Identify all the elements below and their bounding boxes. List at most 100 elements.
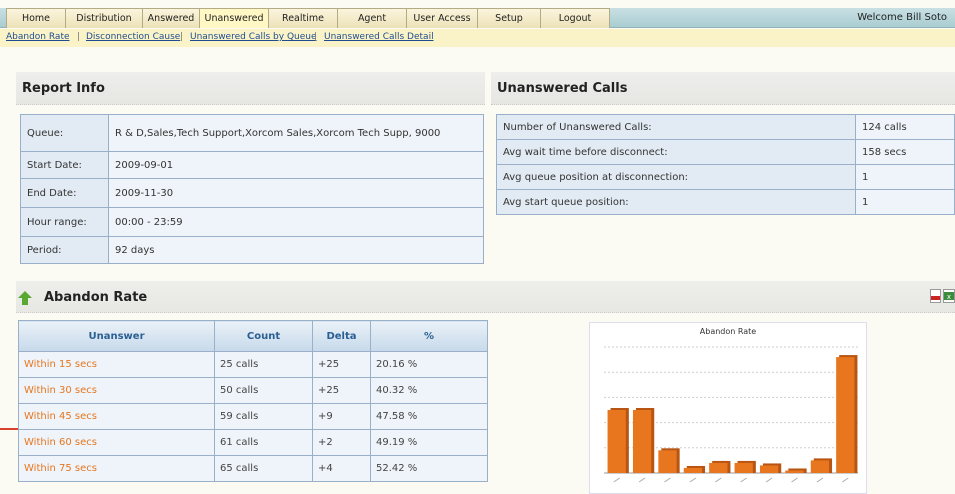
row-count: 65 calls — [214, 455, 313, 482]
info-key: Hour range: — [20, 207, 109, 237]
svg-text:x: x — [947, 293, 951, 301]
unanswered-calls-row: Avg wait time before disconnect: 158 secs — [496, 139, 955, 165]
report-info-table: Queue: R & D,Sales,Tech Support,Xorcom Sa… — [20, 114, 484, 264]
chart-bar — [632, 410, 652, 473]
tab-setup[interactable]: Setup — [477, 8, 541, 28]
info-value: R & D,Sales,Tech Support,Xorcom Sales,Xo… — [108, 114, 484, 152]
row-delta: +4 — [312, 455, 371, 482]
chart-bar — [810, 460, 830, 473]
x-tick-mark — [842, 477, 849, 483]
info-value: 2009-11-30 — [108, 178, 484, 208]
report-info-row: Start Date: 2009-09-01 — [20, 151, 484, 179]
row-delta: +25 — [312, 377, 371, 404]
row-delta: +25 — [312, 351, 371, 378]
info-value: 92 days — [108, 236, 484, 264]
info-key: Avg wait time before disconnect: — [496, 139, 856, 165]
abandon-rate-header: Abandon Rate x — [16, 281, 955, 313]
row-label: Within 45 secs — [18, 403, 215, 430]
chart-bar — [836, 357, 855, 473]
subnav-link-disconnection-cause[interactable]: Disconnection Cause — [86, 32, 180, 42]
x-tick-mark — [638, 477, 646, 483]
subnav-separator: | — [180, 32, 184, 42]
x-tick-mark — [664, 477, 671, 483]
top-nav: Home Distribution Answered Unanswered Realti… — [0, 8, 955, 28]
subnav-link-unanswered-detail[interactable]: Unanswered Calls Detail — [324, 32, 434, 42]
tab-user-access[interactable]: User Access — [406, 8, 478, 28]
x-tick-mark — [689, 477, 697, 483]
unanswered-calls-title: Unanswered Calls — [491, 72, 955, 105]
report-info-row: Hour range: 00:00 - 23:59 — [20, 207, 484, 237]
chart-bar — [759, 465, 779, 473]
info-key: Number of Unanswered Calls: — [496, 114, 856, 140]
tab-distribution[interactable]: Distribution — [65, 8, 143, 28]
row-label: Within 60 secs — [18, 429, 215, 456]
chart-bar — [709, 462, 728, 473]
decorative-line — [0, 428, 18, 430]
chart-bar — [683, 467, 703, 473]
unanswered-calls-row: Avg queue position at disconnection: 1 — [496, 164, 955, 190]
tab-unanswered[interactable]: Unanswered — [199, 8, 269, 28]
tab-agent[interactable]: Agent — [337, 8, 407, 28]
row-count: 59 calls — [214, 403, 313, 430]
sub-nav: Abandon Rate | Disconnection Cause | Una… — [0, 29, 955, 47]
page: Home Distribution Answered Unanswered Realti… — [0, 0, 955, 494]
row-label: Within 15 secs — [18, 351, 215, 378]
chart-canvas — [604, 346, 858, 483]
unanswered-calls-row: Avg start queue position: 1 — [496, 189, 955, 215]
x-tick-mark — [740, 477, 747, 483]
subnav-separator: | — [77, 32, 81, 42]
report-info-row: Queue: R & D,Sales,Tech Support,Xorcom Sa… — [20, 114, 484, 152]
welcome-text: Welcome Bill Soto — [857, 12, 947, 23]
row-percent: 52.42 % — [370, 455, 488, 482]
x-tick-mark — [816, 477, 824, 483]
tab-logout[interactable]: Logout — [540, 8, 610, 28]
info-key: Period: — [20, 236, 109, 264]
table-row: Within 60 secs 61 calls +2 49.19 % — [18, 429, 488, 456]
info-value: 2009-09-01 — [108, 151, 484, 179]
table-row: Within 15 secs 25 calls +25 20.16 % — [18, 351, 488, 378]
subnav-link-abandon-rate[interactable]: Abandon Rate — [6, 32, 70, 42]
info-value: 158 secs — [855, 139, 955, 165]
col-header-count[interactable]: Count — [214, 320, 313, 352]
table-row: Within 75 secs 65 calls +4 52.42 % — [18, 455, 488, 482]
row-percent: 49.19 % — [370, 429, 488, 456]
unanswered-calls-table: Number of Unanswered Calls: 124 calls Avg … — [496, 114, 955, 215]
info-value: 124 calls — [855, 114, 955, 140]
x-tick-mark — [613, 477, 620, 483]
col-header-unanswer[interactable]: Unanswer — [18, 320, 215, 352]
subnav-link-unanswered-by-queue[interactable]: Unanswered Calls by Queue — [190, 32, 317, 42]
row-delta: +9 — [312, 403, 371, 430]
row-percent: 47.58 % — [370, 403, 488, 430]
chart-bar — [607, 410, 626, 473]
x-tick-mark — [715, 477, 722, 483]
row-count: 50 calls — [214, 377, 313, 404]
pdf-icon[interactable] — [930, 289, 941, 303]
tab-realtime[interactable]: Realtime — [268, 8, 338, 28]
abandon-rate-table: Unanswer Count Delta % Within 15 secs 25 … — [18, 320, 488, 482]
x-tick-mark — [765, 477, 773, 483]
tab-home[interactable]: Home — [6, 8, 66, 28]
x-tick-mark — [791, 477, 798, 483]
excel-icon[interactable]: x — [943, 289, 955, 303]
info-value: 1 — [855, 189, 955, 215]
table-row: Within 45 secs 59 calls +9 47.58 % — [18, 403, 488, 430]
tab-answered[interactable]: Answered — [142, 8, 200, 28]
unanswered-calls-row: Number of Unanswered Calls: 124 calls — [496, 114, 955, 140]
info-key: End Date: — [20, 178, 109, 208]
nav-tabs: Home Distribution Answered Unanswered Realti… — [6, 8, 610, 28]
chart-title: Abandon Rate — [699, 327, 757, 336]
abandon-rate-title: Abandon Rate — [44, 290, 148, 305]
row-delta: +2 — [312, 429, 371, 456]
col-header-delta[interactable]: Delta — [312, 320, 371, 352]
row-label: Within 30 secs — [18, 377, 215, 404]
up-arrow-icon[interactable] — [18, 291, 32, 305]
report-info-row: Period: 92 days — [20, 236, 484, 264]
info-key: Avg queue position at disconnection: — [496, 164, 856, 190]
info-value: 00:00 - 23:59 — [108, 207, 484, 237]
report-info-title: Report Info — [16, 72, 485, 105]
row-label: Within 75 secs — [18, 455, 215, 482]
info-key: Avg start queue position: — [496, 189, 856, 215]
col-header-percent[interactable]: % — [370, 320, 488, 352]
subnav-separator: | — [314, 32, 318, 42]
row-percent: 40.32 % — [370, 377, 488, 404]
